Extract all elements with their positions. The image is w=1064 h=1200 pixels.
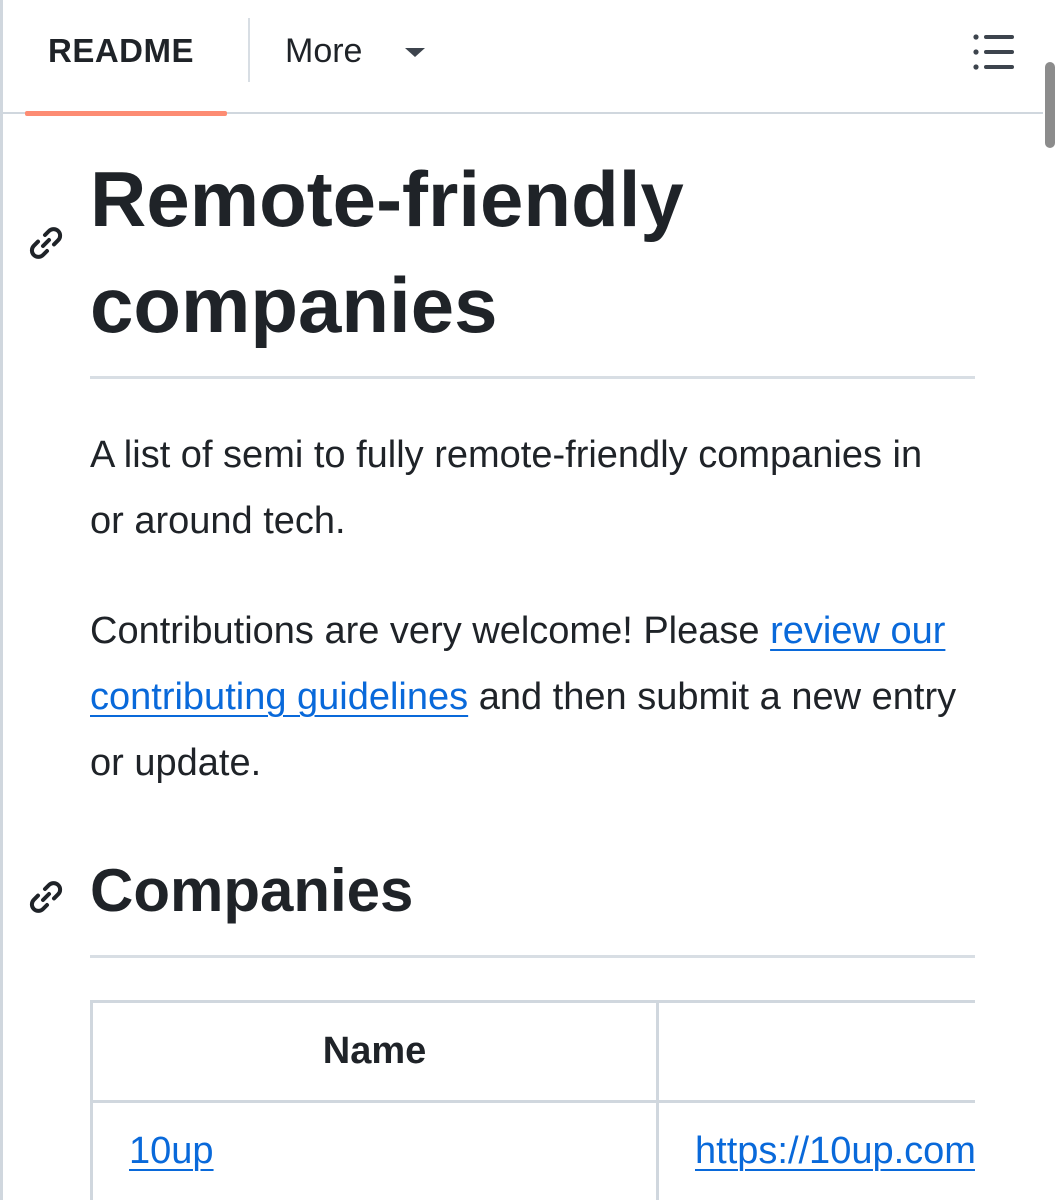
contributing-text-before: Contributions are very welcome! Please: [90, 610, 771, 652]
readme-panel: README More Remote-friendly companies A …: [0, 0, 1064, 1200]
company-url-cell: https://10up.com: [656, 1100, 975, 1200]
link-icon: [29, 227, 63, 259]
column-header-website: [656, 1000, 975, 1103]
companies-heading: Companies: [90, 857, 414, 924]
readme-content: Remote-friendly companies A list of semi…: [3, 116, 1043, 1200]
contributing-paragraph: Contributions are very welcome! Please r…: [90, 598, 960, 796]
company-name-link[interactable]: 10up: [129, 1130, 214, 1172]
companies-table-scroll[interactable]: Name 10up https://10up.com: [90, 1000, 975, 1200]
companies-table: Name 10up https://10up.com: [90, 1000, 975, 1200]
companies-divider: [90, 955, 975, 958]
scrollbar-thumb[interactable]: [1045, 62, 1055, 148]
tab-divider: [248, 18, 250, 82]
list-unordered-icon: [973, 34, 1014, 70]
company-url-link[interactable]: https://10up.com: [695, 1130, 975, 1172]
table-of-contents-button[interactable]: [967, 26, 1019, 78]
title-divider: [90, 376, 975, 379]
table-header-row: Name: [90, 1000, 975, 1103]
table-row: 10up https://10up.com: [90, 1100, 975, 1200]
link-icon: [29, 881, 63, 913]
scrollbar[interactable]: [1043, 0, 1064, 1200]
column-header-name: Name: [90, 1000, 659, 1103]
tab-bar: README More: [3, 0, 1043, 116]
intro-paragraph: A list of semi to fully remote-friendly …: [90, 434, 923, 542]
title-anchor-link[interactable]: [25, 222, 67, 264]
tab-readme[interactable]: README: [25, 0, 227, 116]
more-dropdown-button[interactable]: More: [273, 20, 443, 84]
triangle-down-icon: [405, 48, 425, 57]
page-title: Remote-friendly companies: [90, 155, 684, 349]
company-name-cell: 10up: [90, 1100, 659, 1200]
companies-anchor-link[interactable]: [25, 876, 67, 918]
tab-readme-label: README: [48, 32, 195, 69]
more-dropdown-label: More: [285, 32, 363, 70]
